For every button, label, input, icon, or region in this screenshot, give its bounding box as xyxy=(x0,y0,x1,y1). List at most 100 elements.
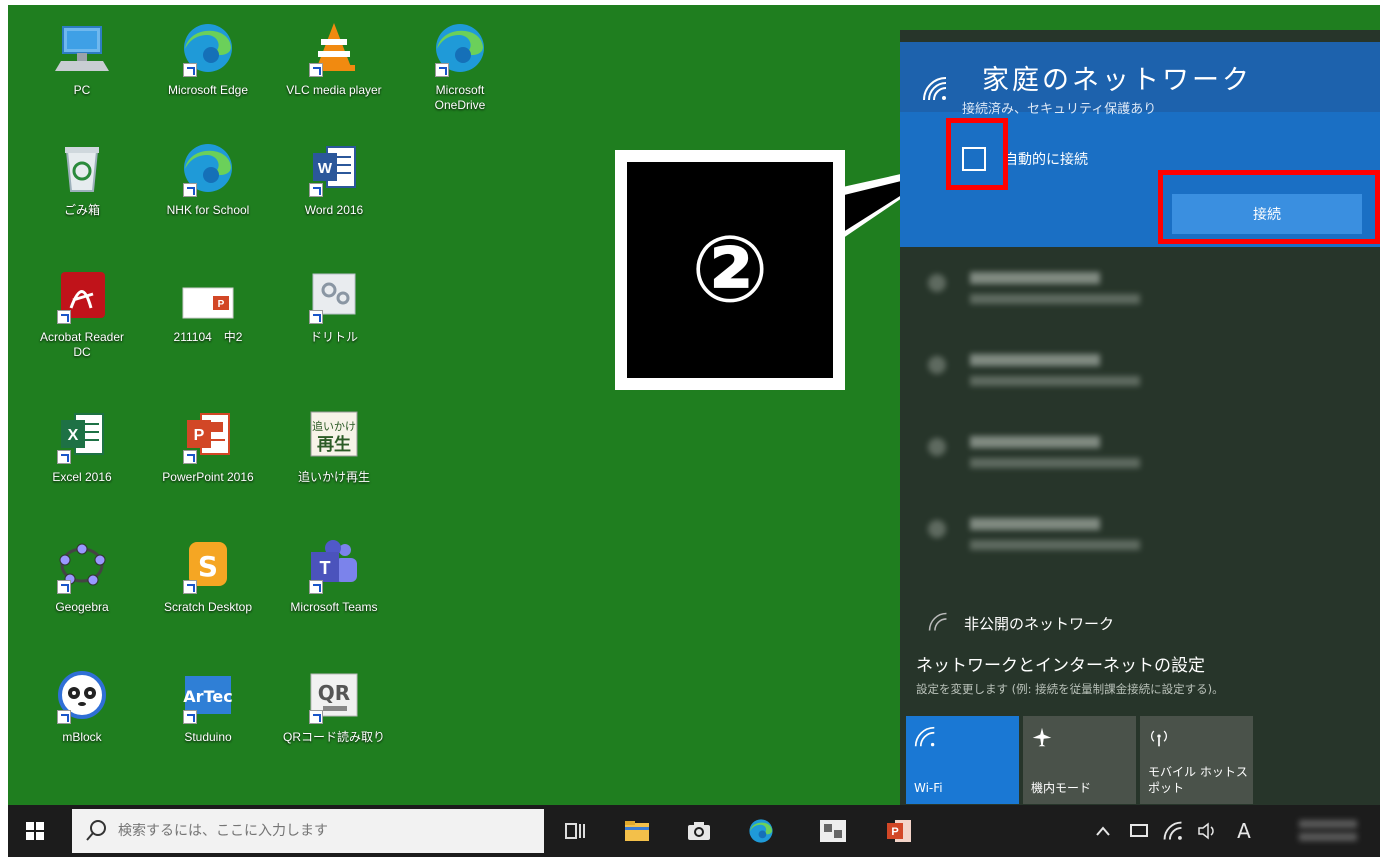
callout-number: ② xyxy=(691,216,769,323)
search-input[interactable] xyxy=(118,823,518,839)
camera-icon xyxy=(688,822,710,840)
desktop-icon-mblock[interactable]: mBlock xyxy=(19,660,145,778)
svg-text:S: S xyxy=(198,550,218,583)
network-tray-button[interactable] xyxy=(1160,817,1186,845)
desktop-icon-label: VLC media player xyxy=(286,83,382,97)
desktop-icon-label: Word 2016 xyxy=(304,203,364,217)
network-list-item[interactable] xyxy=(920,422,1340,492)
desktop-icon-teams[interactable]: T Microsoft Teams xyxy=(271,530,397,648)
desktop-icon-label: ドリトル xyxy=(309,330,358,344)
desktop-icon-pptx-file[interactable]: P 211104 中2 xyxy=(145,260,271,378)
svg-text:X: X xyxy=(68,427,79,444)
checkbox-highlight xyxy=(946,118,1008,190)
taskbar-powerpoint[interactable]: P xyxy=(880,813,918,849)
hidden-network[interactable]: 非公開のネットワーク xyxy=(964,613,1114,634)
ime-indicator[interactable]: A xyxy=(1230,817,1258,845)
desktop-icon-label: Acrobat Reader DC xyxy=(39,330,125,359)
network-list-item[interactable] xyxy=(920,504,1340,574)
quick-action-label: Wi-Fi xyxy=(914,781,943,795)
shortcut-arrow-icon xyxy=(309,310,323,324)
teams-icon: T xyxy=(305,536,363,594)
task-view-button[interactable] xyxy=(556,813,594,849)
task-view-icon xyxy=(565,823,585,839)
shortcut-arrow-icon xyxy=(183,580,197,594)
taskbar-search[interactable] xyxy=(72,809,544,853)
desktop-icon-label: NHK for School xyxy=(166,203,250,217)
network-status: 接続済み、セキュリティ保護あり xyxy=(962,102,1157,117)
desktop-icon-label: Geogebra xyxy=(55,600,109,614)
powerpoint-icon: P xyxy=(887,820,911,842)
clock[interactable] xyxy=(1293,815,1363,847)
desktop-icon-nhk-for-school[interactable]: NHK for School xyxy=(145,133,271,251)
tablet-mode-button[interactable] xyxy=(1126,817,1152,845)
shortcut-arrow-icon xyxy=(309,710,323,724)
desktop-icon-replay[interactable]: 追いかけ 再生 追いかけ再生 xyxy=(271,400,397,518)
display-icon xyxy=(1130,824,1148,837)
desktop-icon-recycle-bin[interactable]: ごみ箱 xyxy=(19,133,145,251)
taskbar: P A xyxy=(8,805,1380,857)
desktop-icon-label: 211104 中2 xyxy=(173,330,243,344)
wifi-icon xyxy=(923,77,947,101)
folder-icon xyxy=(625,821,649,841)
desktop-icon-dolittle[interactable]: ドリトル xyxy=(271,260,397,378)
desktop-icon-geogebra[interactable]: Geogebra xyxy=(19,530,145,648)
hidden-network-icon xyxy=(928,612,947,631)
desktop-icon-vlc[interactable]: VLC media player xyxy=(271,13,397,131)
shortcut-arrow-icon xyxy=(435,63,449,77)
network-settings-link[interactable]: ネットワークとインターネットの設定 xyxy=(916,651,1205,676)
pc-icon xyxy=(53,19,111,77)
quick-action-label: 機内モード xyxy=(1031,781,1092,795)
dolittle-icon xyxy=(305,266,363,324)
network-name: 家庭のネットワーク xyxy=(982,65,1252,96)
vlc-icon xyxy=(305,19,363,77)
wifi-toggle[interactable]: Wi-Fi xyxy=(906,716,1019,804)
taskbar-file-explorer[interactable] xyxy=(618,813,656,849)
wifi-icon xyxy=(914,726,935,747)
desktop-icon-label: PowerPoint 2016 xyxy=(162,470,254,484)
desktop-icon-microsoft-edge[interactable]: Microsoft Edge xyxy=(145,13,271,131)
edge-icon xyxy=(179,139,237,197)
desktop-icon-label: Scratch Desktop xyxy=(163,600,253,614)
start-button[interactable] xyxy=(8,805,62,857)
desktop-icon-scratch-desktop[interactable]: S Scratch Desktop xyxy=(145,530,271,648)
shortcut-arrow-icon xyxy=(183,183,197,197)
wifi-icon xyxy=(1163,821,1182,840)
replay-icon: 追いかけ 再生 xyxy=(305,406,363,464)
taskbar-qr-reader[interactable] xyxy=(814,813,852,849)
shortcut-arrow-icon xyxy=(57,310,71,324)
mobile-hotspot-toggle[interactable]: モバイル ホットス ポット xyxy=(1140,716,1253,804)
svg-text:追いかけ: 追いかけ xyxy=(312,419,356,433)
edge-icon xyxy=(431,19,489,77)
desktop-icon-excel[interactable]: X Excel 2016 xyxy=(19,400,145,518)
shortcut-arrow-icon xyxy=(57,710,71,724)
desktop-icon-pc[interactable]: PC xyxy=(19,13,145,131)
mblock-icon xyxy=(53,666,111,724)
svg-text:P: P xyxy=(194,427,205,444)
svg-text:T: T xyxy=(320,558,331,578)
desktop-icon-powerpoint[interactable]: P PowerPoint 2016 xyxy=(145,400,271,518)
desktop-icon-onedrive[interactable]: Microsoft OneDrive xyxy=(397,13,523,131)
desktop-icon-acrobat[interactable]: Acrobat Reader DC xyxy=(19,260,145,378)
show-hidden-icons-button[interactable] xyxy=(1090,817,1116,845)
hotspot-icon xyxy=(1151,730,1167,747)
taskbar-edge[interactable] xyxy=(742,813,780,849)
desktop-icon-label: Microsoft Edge xyxy=(167,83,249,97)
excel-icon: X xyxy=(53,406,111,464)
shortcut-arrow-icon xyxy=(183,450,197,464)
pptx-file-icon: P xyxy=(179,266,237,324)
desktop-icon-label: ごみ箱 xyxy=(63,203,100,217)
powerpoint-icon: P xyxy=(179,406,237,464)
edge-icon xyxy=(179,19,237,77)
network-list-item[interactable] xyxy=(920,258,1340,328)
desktop-icon-word[interactable]: W Word 2016 xyxy=(271,133,397,251)
edge-icon xyxy=(749,819,773,843)
step-callout: ② xyxy=(615,150,845,390)
search-icon xyxy=(86,820,106,841)
network-list-item[interactable] xyxy=(920,340,1340,410)
taskbar-camera[interactable] xyxy=(680,813,718,849)
desktop-icon-qr-reader[interactable]: QR QRコード読み取り xyxy=(271,660,397,778)
volume-button[interactable] xyxy=(1194,817,1220,845)
airplane-mode-toggle[interactable]: 機内モード xyxy=(1023,716,1136,804)
quick-action-label: モバイル ホットス ポット xyxy=(1148,765,1248,795)
desktop-icon-studuino[interactable]: ArTec Studuino xyxy=(145,660,271,778)
